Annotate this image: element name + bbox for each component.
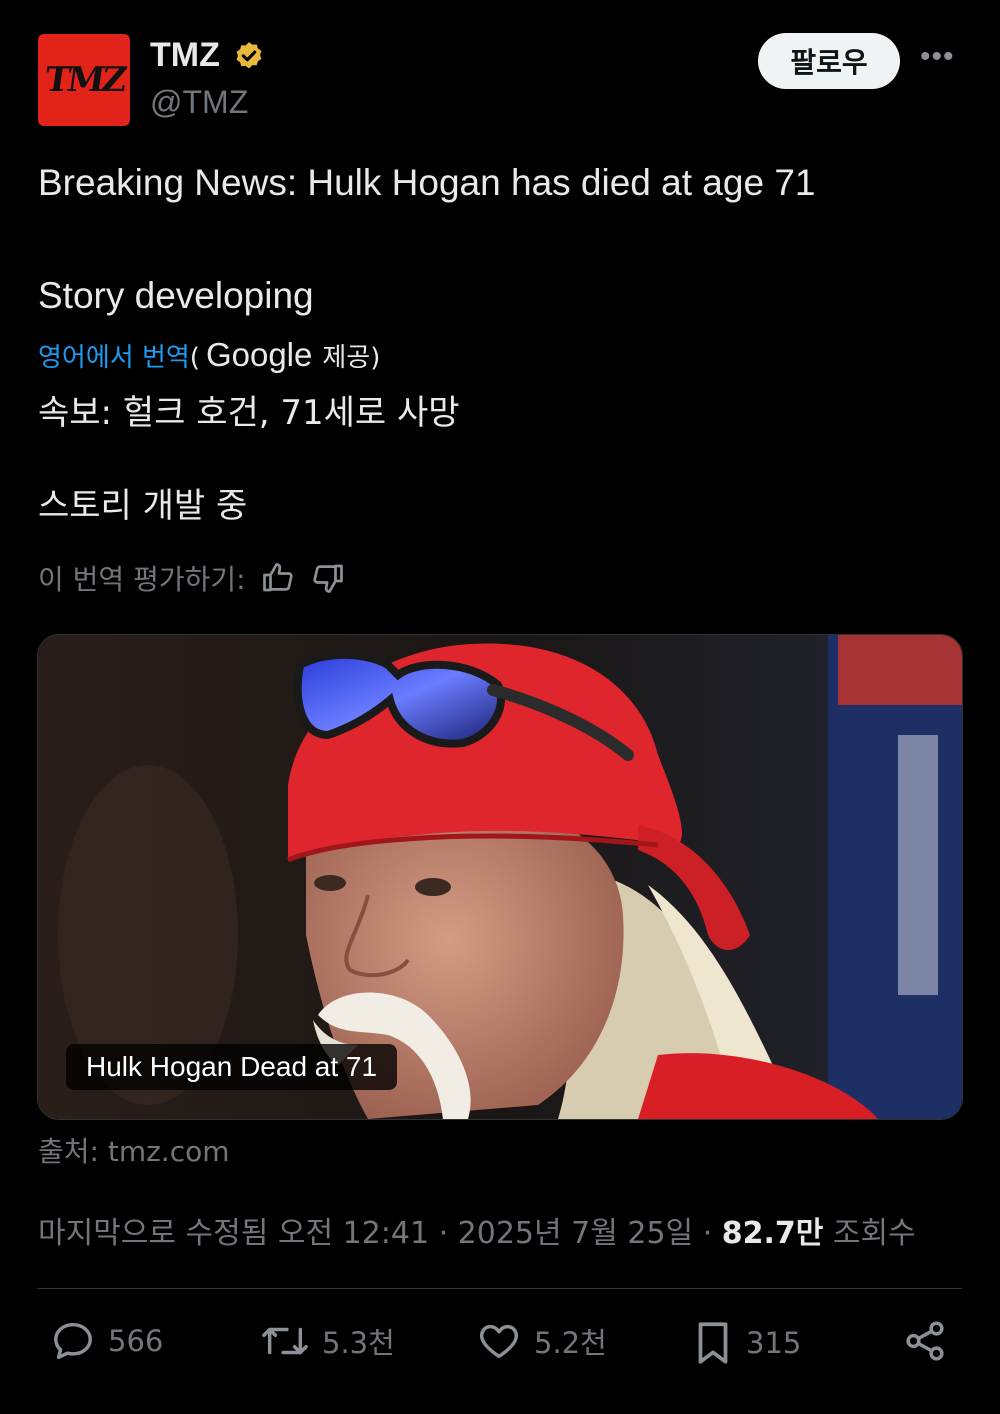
avatar-logo-text: TMZ <box>41 60 127 100</box>
bookmark-count: 315 <box>746 1326 802 1360</box>
follow-button[interactable]: 팔로우 <box>758 33 900 89</box>
rate-translation: 이 번역 평가하기: <box>38 558 346 598</box>
repost-count: 5.3천 <box>322 1326 395 1360</box>
reply-button[interactable]: 566 <box>50 1318 163 1364</box>
thumbs-up-icon[interactable] <box>260 560 296 596</box>
media-caption: Hulk Hogan Dead at 71 <box>66 1044 398 1090</box>
reply-icon <box>54 1322 92 1360</box>
avatar[interactable]: TMZ <box>38 34 130 126</box>
share-icon <box>906 1321 944 1361</box>
post-text-line-2: Story developing <box>38 275 314 316</box>
repost-button[interactable]: 5.3천 <box>260 1318 395 1364</box>
translated-line-1: 속보: 헐크 호건, 71세로 사망 <box>38 393 460 433</box>
heart-icon <box>480 1324 518 1359</box>
post-meta: 마지막으로 수정됨 오전 12:41 · 2025년 7월 25일 · 82.7… <box>38 1208 916 1252</box>
translate-provided-label: 제공) <box>322 343 381 373</box>
repost-icon <box>262 1327 308 1355</box>
media-source[interactable]: 출처: tmz.com <box>38 1130 230 1170</box>
bookmark-icon <box>698 1322 728 1364</box>
translation-attribution: 영어에서 번역 ( Google 제공) <box>38 336 380 374</box>
translate-link[interactable]: 영어에서 번역 <box>38 337 190 374</box>
like-button[interactable]: 5.2천 <box>476 1318 607 1364</box>
bookmark-button[interactable]: 315 <box>692 1318 801 1368</box>
thumbs-down-icon[interactable] <box>310 560 346 596</box>
account-handle[interactable]: @TMZ <box>150 84 248 121</box>
like-count: 5.2천 <box>534 1326 607 1360</box>
views-label: 조회수 <box>823 1216 916 1251</box>
more-options-icon[interactable]: ••• <box>920 40 955 74</box>
google-logo: Google <box>205 336 313 373</box>
verified-badge-icon <box>236 42 262 69</box>
divider <box>37 1288 962 1289</box>
edited-timestamp[interactable]: 마지막으로 수정됨 오전 12:41 · 2025년 7월 25일 · <box>38 1216 722 1251</box>
post-text-line-1: Breaking News: Hulk Hogan has died at ag… <box>38 162 816 203</box>
views-count: 82.7만 <box>721 1216 824 1251</box>
translated-line-2: 스토리 개발 중 <box>38 486 248 526</box>
translate-open-paren: ( <box>189 343 200 373</box>
account-name[interactable]: TMZ <box>150 36 220 75</box>
reply-count: 566 <box>108 1324 164 1358</box>
share-button[interactable] <box>902 1318 948 1364</box>
rate-translation-label: 이 번역 평가하기: <box>38 563 246 596</box>
